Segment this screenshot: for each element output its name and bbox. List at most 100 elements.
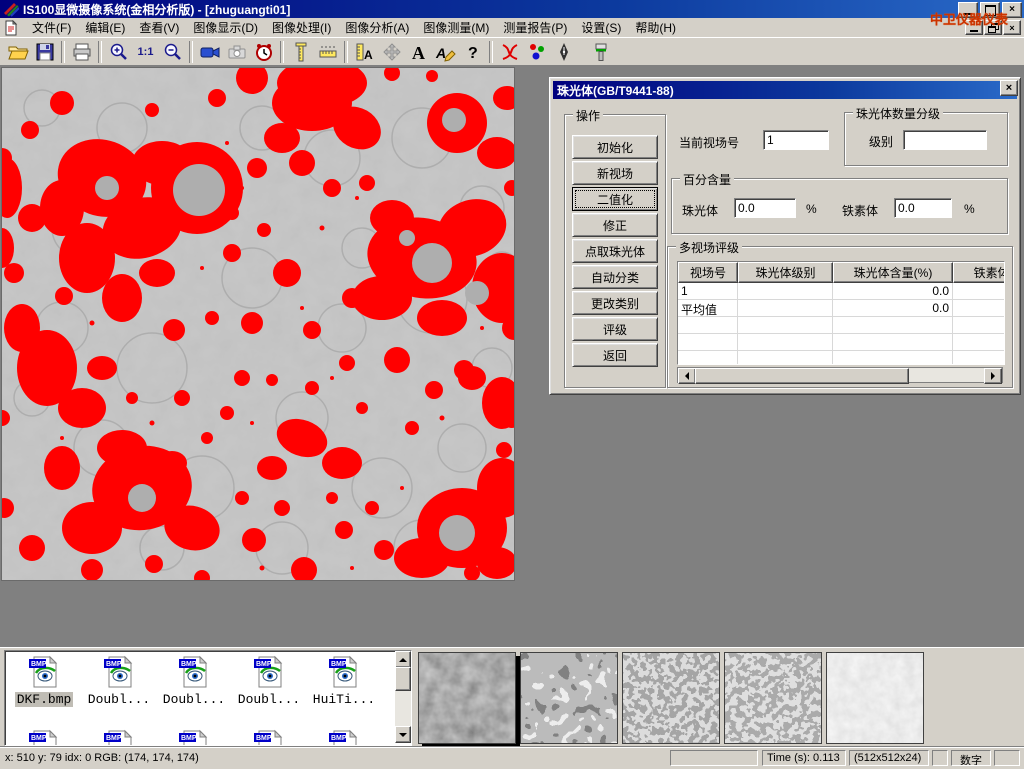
pen-tool-button[interactable] — [550, 38, 577, 65]
grade-button[interactable]: 评级 — [572, 317, 658, 341]
menu-image-process[interactable]: 图像处理(I) — [265, 17, 338, 38]
status-panel-empty — [932, 750, 948, 766]
clock-icon — [253, 41, 275, 63]
thumbnail-3[interactable] — [622, 652, 720, 744]
annotate-icon: A — [435, 41, 457, 63]
col-pearlite-content[interactable]: 珠光体含量(%) — [833, 262, 953, 283]
thumbnail-5[interactable] — [826, 652, 924, 744]
thumbnail-1[interactable] — [418, 652, 516, 744]
video-capture-button[interactable] — [196, 38, 223, 65]
zoom-in-button[interactable] — [105, 38, 132, 65]
caliper-icon — [290, 41, 312, 63]
flashlight-tool-button[interactable] — [587, 38, 614, 65]
file-item-partial[interactable]: BMP — [157, 729, 231, 746]
svg-text:A: A — [364, 48, 373, 62]
help-button[interactable]: ? — [459, 38, 486, 65]
curve-tool-button[interactable] — [496, 38, 523, 65]
svg-text:BMP: BMP — [181, 735, 197, 742]
scroll-right-button[interactable] — [984, 368, 1002, 384]
ruler-icon — [317, 41, 339, 63]
ferrite-percent-input[interactable]: 0.0 — [894, 198, 952, 218]
pan-button[interactable] — [378, 38, 405, 65]
menu-edit[interactable]: 编辑(E) — [78, 17, 132, 38]
menu-file[interactable]: 文件(F) — [25, 17, 78, 38]
col-ferrite-content[interactable]: 铁素体含量(%) — [953, 262, 1005, 283]
dialog-close-button[interactable]: × — [1000, 80, 1018, 96]
thumbnail-2[interactable] — [520, 652, 618, 744]
file-item[interactable]: BMP Doubl... — [157, 655, 231, 707]
menu-help[interactable]: 帮助(H) — [628, 17, 683, 38]
file-list-scrollbar[interactable] — [395, 651, 411, 743]
file-item[interactable]: BMP Doubl... — [232, 655, 306, 707]
zoom-in-icon — [108, 41, 130, 63]
document-icon[interactable] — [3, 20, 19, 36]
pick-pearlite-button[interactable]: 点取珠光体 — [572, 239, 658, 263]
return-button[interactable]: 返回 — [572, 343, 658, 367]
file-item-partial[interactable]: BMP — [307, 729, 381, 746]
svg-text:A: A — [435, 45, 446, 61]
scroll-down-button[interactable] — [395, 726, 411, 743]
status-panel-empty — [670, 750, 758, 766]
toolbar-separator — [98, 41, 102, 63]
change-class-button[interactable]: 更改类别 — [572, 291, 658, 315]
grade-input[interactable] — [903, 130, 987, 150]
file-item-partial[interactable]: BMP — [82, 729, 156, 746]
toolbar-separator — [189, 41, 193, 63]
svg-text:A: A — [412, 43, 425, 63]
micrograph-image[interactable] — [2, 68, 514, 580]
menu-settings[interactable]: 设置(S) — [574, 17, 628, 38]
col-field-number[interactable]: 视场号 — [678, 262, 738, 283]
up-arrow-icon — [399, 654, 407, 662]
zoom-out-button[interactable] — [159, 38, 186, 65]
toolbar-separator — [344, 41, 348, 63]
timer-button[interactable] — [250, 38, 277, 65]
svg-text:BMP: BMP — [256, 661, 272, 668]
menu-measure-report[interactable]: 测量报告(P) — [496, 17, 574, 38]
snapshot-button[interactable] — [223, 38, 250, 65]
pearlite-dialog: 珠光体(GB/T9441-88) × 操作 初始化 新视场 二值化 修正 点取珠… — [549, 77, 1021, 395]
thumbnail-4[interactable] — [724, 652, 822, 744]
file-item[interactable]: BMP Doubl... — [82, 655, 156, 707]
table-row[interactable]: 平均值 0.0 — [678, 300, 1004, 317]
dialog-title-bar[interactable]: 珠光体(GB/T9441-88) — [553, 81, 1017, 99]
ferrite-label: 铁素体 — [842, 202, 878, 219]
print-icon — [71, 41, 93, 63]
text-tool-button[interactable]: A — [405, 38, 432, 65]
annotate-button[interactable]: A — [432, 38, 459, 65]
menu-image-display[interactable]: 图像显示(D) — [186, 17, 265, 38]
bmp-file-icon: BMP — [252, 729, 286, 746]
actual-size-button[interactable]: 1:1 — [132, 38, 159, 65]
scrollbar-thumb[interactable] — [695, 368, 909, 384]
init-button[interactable]: 初始化 — [572, 135, 658, 159]
file-item[interactable]: BMP HuiTi... — [307, 655, 381, 707]
menu-view[interactable]: 查看(V) — [132, 17, 186, 38]
pearlite-label: 珠光体 — [682, 202, 718, 219]
current-view-input[interactable]: 1 — [763, 130, 829, 150]
file-item[interactable]: BMP DKF.bmp — [7, 655, 81, 707]
new-field-button[interactable]: 新视场 — [572, 161, 658, 185]
file-list: BMP DKF.bmp BMP Doubl... BMP Doubl... BM… — [4, 650, 412, 746]
text-icon: A — [408, 41, 430, 63]
classify-button[interactable] — [523, 38, 550, 65]
file-item-partial[interactable]: BMP — [7, 729, 81, 746]
scroll-left-button[interactable] — [678, 368, 696, 384]
table-row[interactable]: 1 0.0 — [678, 283, 1004, 300]
save-button[interactable] — [31, 38, 58, 65]
auto-classify-button[interactable]: 自动分类 — [572, 265, 658, 289]
ruler-measure-button[interactable] — [314, 38, 341, 65]
scroll-up-button[interactable] — [395, 651, 411, 668]
menu-image-analysis[interactable]: 图像分析(A) — [338, 17, 416, 38]
binarize-button[interactable]: 二值化 — [572, 187, 658, 211]
menu-image-measure[interactable]: 图像测量(M) — [416, 17, 496, 38]
table-horizontal-scrollbar[interactable] — [677, 367, 1003, 383]
col-pearlite-grade[interactable]: 珠光体级别 — [738, 262, 833, 283]
correct-button[interactable]: 修正 — [572, 213, 658, 237]
pearlite-percent-input[interactable]: 0.0 — [734, 198, 796, 218]
open-button[interactable] — [4, 38, 31, 65]
scale-label-button[interactable]: A — [351, 38, 378, 65]
minimize-icon — [970, 30, 978, 32]
scrollbar-thumb[interactable] — [395, 667, 411, 691]
print-button[interactable] — [68, 38, 95, 65]
file-item-partial[interactable]: BMP — [232, 729, 306, 746]
caliper-measure-button[interactable] — [287, 38, 314, 65]
